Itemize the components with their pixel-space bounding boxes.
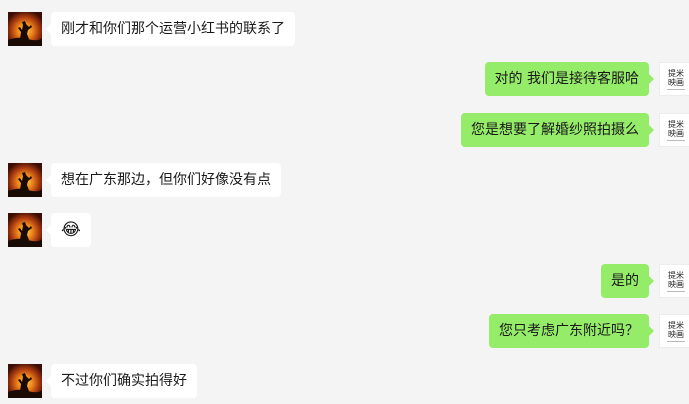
brand-logo-text-line: 映画: [668, 128, 684, 138]
sunset-silhouette-avatar-icon: [8, 163, 42, 197]
contact-avatar[interactable]: [8, 364, 42, 398]
brand-logo-text-line: 提米: [668, 270, 684, 280]
message-row-incoming: 不过你们确实拍得好: [0, 364, 689, 398]
brand-logo-divider: [667, 340, 685, 342]
message-row-incoming: 想在广东那边，但你们好像没有点: [0, 163, 689, 197]
message-row-incoming: 刚才和你们那个运营小红书的联系了: [0, 12, 689, 46]
message-row-outgoing: 是的 提米 映画: [0, 264, 689, 298]
message-row-outgoing: 您是想要了解婚纱照拍摄么 提米 映画: [0, 113, 689, 147]
brand-logo-divider: [667, 88, 685, 90]
brand-logo-text-line: 映画: [668, 329, 684, 339]
contact-avatar[interactable]: [8, 12, 42, 46]
incoming-message-bubble[interactable]: 刚才和你们那个运营小红书的联系了: [46, 12, 295, 46]
brand-logo-divider: [667, 290, 685, 292]
outgoing-message-bubble[interactable]: 是的: [601, 264, 654, 298]
outgoing-message-bubble[interactable]: 您是想要了解婚纱照拍摄么: [461, 113, 654, 147]
incoming-message-bubble[interactable]: 想在广东那边，但你们好像没有点: [46, 163, 281, 197]
brand-logo-avatar[interactable]: 提米 映画: [659, 62, 689, 96]
brand-logo-divider: [667, 139, 685, 141]
brand-logo-avatar[interactable]: 提米 映画: [659, 113, 689, 147]
incoming-message-bubble[interactable]: 不过你们确实拍得好: [46, 364, 197, 398]
brand-logo-avatar[interactable]: 提米 映画: [659, 314, 689, 348]
brand-logo-text-line: 提米: [668, 68, 684, 78]
brand-logo-text-line: 映画: [668, 77, 684, 87]
outgoing-message-bubble[interactable]: 对的 我们是接待客服哈: [484, 62, 655, 96]
tears-of-joy-emoji-icon: 😂: [61, 220, 81, 240]
sunset-silhouette-avatar-icon: [8, 213, 42, 247]
brand-logo-text-line: 提米: [668, 119, 684, 129]
brand-logo-avatar[interactable]: 提米 映画: [659, 264, 689, 298]
outgoing-message-bubble[interactable]: 您只考虑广东附近吗？: [489, 314, 654, 348]
contact-avatar[interactable]: [8, 213, 42, 247]
brand-logo-text-line: 提米: [668, 320, 684, 330]
message-row-incoming: 😂: [0, 213, 689, 247]
brand-logo-text-line: 映画: [668, 279, 684, 289]
incoming-message-bubble[interactable]: 😂: [46, 213, 91, 247]
contact-avatar[interactable]: [8, 163, 42, 197]
message-row-outgoing: 您只考虑广东附近吗？ 提米 映画: [0, 314, 689, 348]
message-row-outgoing: 对的 我们是接待客服哈 提米 映画: [0, 62, 689, 96]
sunset-silhouette-avatar-icon: [8, 364, 42, 398]
sunset-silhouette-avatar-icon: [8, 12, 42, 46]
chat-window: 刚才和你们那个运营小红书的联系了 对的 我们是接待客服哈 提米 映画 您是想要了…: [0, 0, 689, 404]
